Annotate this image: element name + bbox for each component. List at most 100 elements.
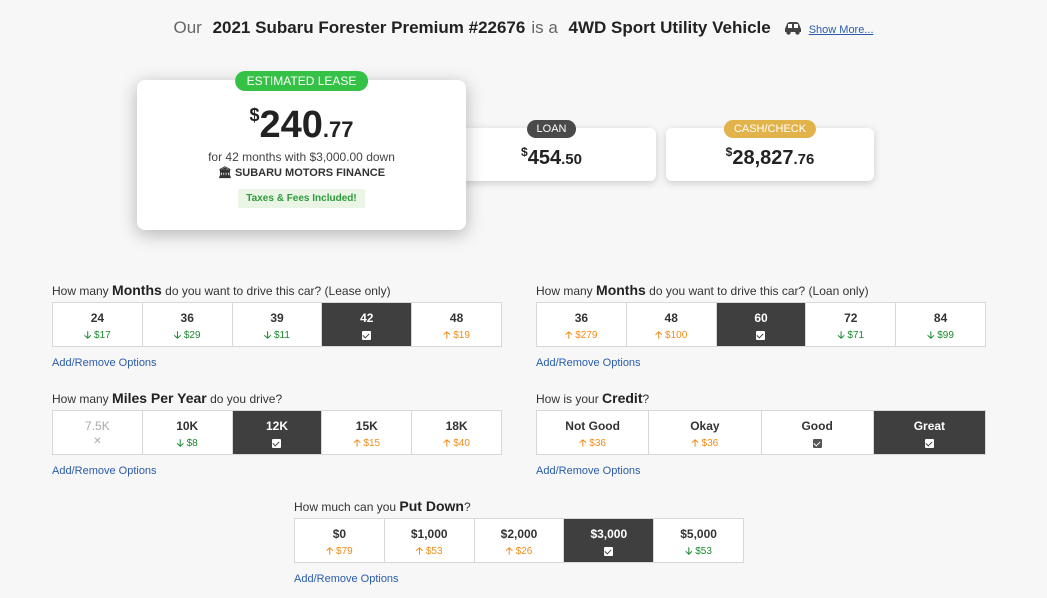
- arrow-up-icon: 🡡: [579, 438, 590, 449]
- loan-price: $454.50: [447, 146, 656, 168]
- arrow-up-icon: 🡡: [326, 546, 337, 557]
- option-good[interactable]: Good: [760, 411, 873, 454]
- option-label: Not Good: [565, 419, 620, 433]
- option-delta: 🡡 $15: [322, 436, 411, 453]
- option-delta: 🡡 $26: [475, 544, 564, 561]
- option-label: 84: [933, 311, 948, 325]
- bank-icon: 🏛: [217, 167, 232, 179]
- loan-currency: $: [521, 145, 528, 159]
- option-delta: 🡣 $11: [233, 328, 322, 345]
- option-24[interactable]: 24 🡣 $17: [53, 303, 142, 346]
- option-label: 42: [360, 311, 374, 325]
- option-label: $2,000: [500, 527, 538, 541]
- option-label: $3,000: [590, 527, 628, 541]
- option-7-5k: 7.5K ✕: [53, 411, 142, 454]
- option-18k[interactable]: 18K 🡡 $40: [411, 411, 501, 454]
- option-delta: [564, 544, 653, 559]
- body-type: 4WD Sport Utility Vehicle: [568, 18, 771, 37]
- option--3-000[interactable]: $3,000: [563, 519, 654, 562]
- option-label: 10K: [176, 419, 199, 433]
- option-label: Great: [913, 419, 946, 433]
- add-remove-options-link[interactable]: Add/Remove Options: [536, 465, 986, 477]
- arrow-up-icon: 🡡: [443, 438, 454, 449]
- loan-card[interactable]: LOAN $454.50: [447, 120, 656, 181]
- cash-cents: .76: [793, 151, 815, 168]
- option-delta: 🡡 $19: [412, 328, 501, 345]
- checkbox-checked-icon: [924, 439, 934, 448]
- lease-lender: 🏛 SUBARU MOTORS FINANCE: [137, 166, 466, 179]
- option-delta: 🡡 $79: [295, 544, 384, 561]
- option--2-000[interactable]: $2,000 🡡 $26: [473, 519, 564, 562]
- option-15k[interactable]: 15K 🡡 $15: [321, 411, 411, 454]
- option-label: Good: [801, 419, 833, 433]
- option-48[interactable]: 48 🡡 $19: [411, 303, 501, 346]
- delta-amount: $99: [937, 330, 954, 341]
- lease-months-group: How many Months do you want to drive thi…: [52, 282, 502, 369]
- option-39[interactable]: 39 🡣 $11: [231, 303, 322, 346]
- option-label: 36: [180, 311, 194, 325]
- option-36[interactable]: 36 🡡 $279: [537, 303, 626, 346]
- lease-card[interactable]: ESTIMATED LEASE $240.77 for 42 months wi…: [137, 71, 466, 230]
- lease-badge: ESTIMATED LEASE: [234, 71, 369, 91]
- cash-card[interactable]: CASH/CHECK $28,827.76: [666, 120, 874, 181]
- arrow-down-icon: 🡣: [837, 330, 848, 341]
- option--0[interactable]: $0 🡡 $79: [295, 519, 384, 562]
- delta-amount: $279: [575, 330, 598, 341]
- delta-amount: $53: [425, 546, 443, 557]
- option-label: Okay: [690, 419, 720, 433]
- question-label: How is your Credit?: [536, 390, 986, 406]
- option-delta: 🡡 $40: [412, 436, 501, 453]
- option-delta: [717, 328, 806, 343]
- option-42[interactable]: 42: [321, 303, 412, 346]
- question-keyword: Credit: [602, 390, 643, 406]
- option-12k[interactable]: 12K: [231, 411, 322, 454]
- cash-dollars: 28,827: [732, 147, 794, 169]
- option-not-good[interactable]: Not Good 🡡 $36: [537, 411, 648, 454]
- lease-currency: $: [249, 105, 260, 125]
- add-remove-options-link[interactable]: Add/Remove Options: [52, 465, 502, 477]
- lease-price: $240.77: [137, 106, 466, 144]
- checkbox-checked-icon: [756, 331, 766, 340]
- option--5-000[interactable]: $5,000 🡣 $53: [653, 519, 743, 562]
- option-label: 48: [664, 311, 678, 325]
- miles-per-year-group: How many Miles Per Year do you drive? 7.5…: [52, 390, 502, 477]
- arrow-down-icon: 🡣: [685, 546, 696, 557]
- option-label: 12K: [265, 419, 288, 433]
- option-delta: 🡣 $71: [806, 328, 895, 345]
- car-icon: [783, 20, 803, 40]
- show-more-link[interactable]: Show More...: [809, 24, 874, 36]
- option-84[interactable]: 84 🡣 $99: [895, 303, 985, 346]
- option-delta: 🡣 $17: [53, 328, 142, 345]
- arrow-down-icon: 🡣: [176, 438, 187, 449]
- option-delta: [322, 328, 411, 343]
- add-remove-options-link[interactable]: Add/Remove Options: [294, 573, 744, 585]
- question-suffix: do you want to drive this car? (Lease on…: [165, 284, 391, 298]
- option-48[interactable]: 48 🡡 $100: [625, 303, 716, 346]
- option-60[interactable]: 60: [715, 303, 806, 346]
- arrow-down-icon: 🡣: [173, 330, 184, 341]
- option-delta: [874, 436, 985, 451]
- option-10k[interactable]: 10K 🡣 $8: [141, 411, 232, 454]
- checkbox-checked-icon: [604, 547, 614, 556]
- x-icon: ✕: [93, 436, 102, 447]
- option-delta: 🡡 $36: [537, 436, 648, 453]
- add-remove-options-link[interactable]: Add/Remove Options: [52, 357, 502, 369]
- option-okay[interactable]: Okay 🡡 $36: [648, 411, 760, 454]
- question-keyword: Months: [112, 282, 162, 298]
- option-great[interactable]: Great: [872, 411, 985, 454]
- loan-cents: .50: [561, 151, 582, 168]
- cash-badge: CASH/CHECK: [723, 120, 817, 138]
- credit-group: How is your Credit? Not Good 🡡 $36 Okay 🡡 $3…: [536, 390, 986, 477]
- add-remove-options-link[interactable]: Add/Remove Options: [536, 357, 986, 369]
- option-label: 7.5K: [85, 419, 110, 433]
- question-label: How many Miles Per Year do you drive?: [52, 390, 502, 406]
- option--1-000[interactable]: $1,000 🡡 $53: [383, 519, 474, 562]
- option-72[interactable]: 72 🡣 $71: [805, 303, 895, 346]
- option-delta: 🡡 $36: [649, 436, 760, 453]
- option-36[interactable]: 36 🡣 $29: [141, 303, 232, 346]
- arrow-up-icon: 🡡: [691, 438, 702, 449]
- option-delta: 🡡 $279: [537, 328, 626, 345]
- question-suffix: do you want to drive this car? (Loan onl…: [649, 284, 869, 298]
- option-label: 72: [844, 311, 858, 325]
- arrow-up-icon: 🡡: [443, 330, 454, 341]
